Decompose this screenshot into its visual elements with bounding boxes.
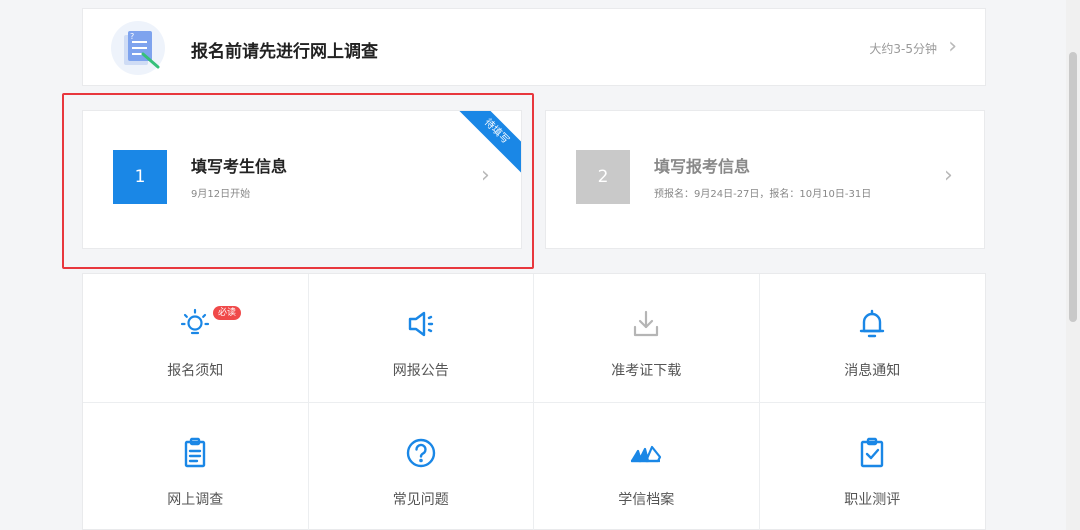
tile-label: 职业测评 bbox=[844, 492, 901, 508]
tile-student-archive[interactable]: 学信档案 bbox=[534, 403, 760, 530]
tile-label: 网上调查 bbox=[167, 492, 224, 508]
clipboard-icon bbox=[177, 435, 213, 471]
tile-label: 消息通知 bbox=[844, 363, 901, 379]
tile-admission-ticket-download[interactable]: 准考证下载 bbox=[534, 274, 760, 403]
tile-label: 网报公告 bbox=[392, 363, 449, 379]
step-number: 2 bbox=[576, 150, 630, 204]
megaphone-icon bbox=[403, 306, 439, 342]
lightbulb-icon bbox=[177, 306, 213, 342]
tile-label: 常见问题 bbox=[392, 492, 449, 508]
scroll-thumb[interactable] bbox=[1069, 52, 1077, 322]
step-fill-exam-info[interactable]: 2 填写报考信息 预报名：9月24日-27日，报名：10月10日-31日 › bbox=[545, 110, 985, 249]
tile-online-survey[interactable]: 网上调查 bbox=[83, 403, 309, 530]
survey-duration: 大约3-5分钟 bbox=[869, 42, 937, 56]
tile-label: 报名须知 bbox=[167, 363, 224, 379]
download-icon bbox=[628, 306, 664, 342]
survey-title: 报名前请先进行网上调查 bbox=[191, 42, 378, 62]
tile-notifications[interactable]: 消息通知 bbox=[759, 274, 985, 403]
service-grid: 必读 报名须知 网报公告 准考证下载 消息通知 网上调查 常见问题 学信档案 职… bbox=[82, 273, 986, 530]
archive-icon bbox=[628, 435, 664, 471]
survey-document-icon: ? bbox=[111, 21, 165, 75]
bell-icon bbox=[854, 306, 890, 342]
chevron-right-icon: › bbox=[944, 163, 953, 188]
highlight-box bbox=[62, 93, 534, 269]
tile-career-assessment[interactable]: 职业测评 bbox=[760, 403, 986, 530]
tile-label: 准考证下载 bbox=[611, 363, 682, 379]
tile-label: 学信档案 bbox=[618, 492, 675, 508]
tile-registration-notice[interactable]: 必读 报名须知 bbox=[83, 274, 309, 403]
step-title: 填写报考信息 bbox=[654, 157, 751, 176]
must-read-badge: 必读 bbox=[213, 306, 242, 320]
tile-faq[interactable]: 常见问题 bbox=[309, 403, 534, 530]
svg-text:?: ? bbox=[130, 32, 134, 41]
checklist-icon bbox=[854, 435, 890, 471]
survey-card[interactable]: ? 报名前请先进行网上调查 大约3-5分钟 › bbox=[82, 8, 986, 86]
question-icon bbox=[403, 435, 439, 471]
chevron-right-icon: › bbox=[948, 34, 957, 59]
tile-announcement[interactable]: 网报公告 bbox=[308, 274, 534, 403]
step-date: 预报名：9月24日-27日，报名：10月10日-31日 bbox=[654, 189, 872, 200]
page-scrollbar[interactable] bbox=[1066, 0, 1080, 530]
